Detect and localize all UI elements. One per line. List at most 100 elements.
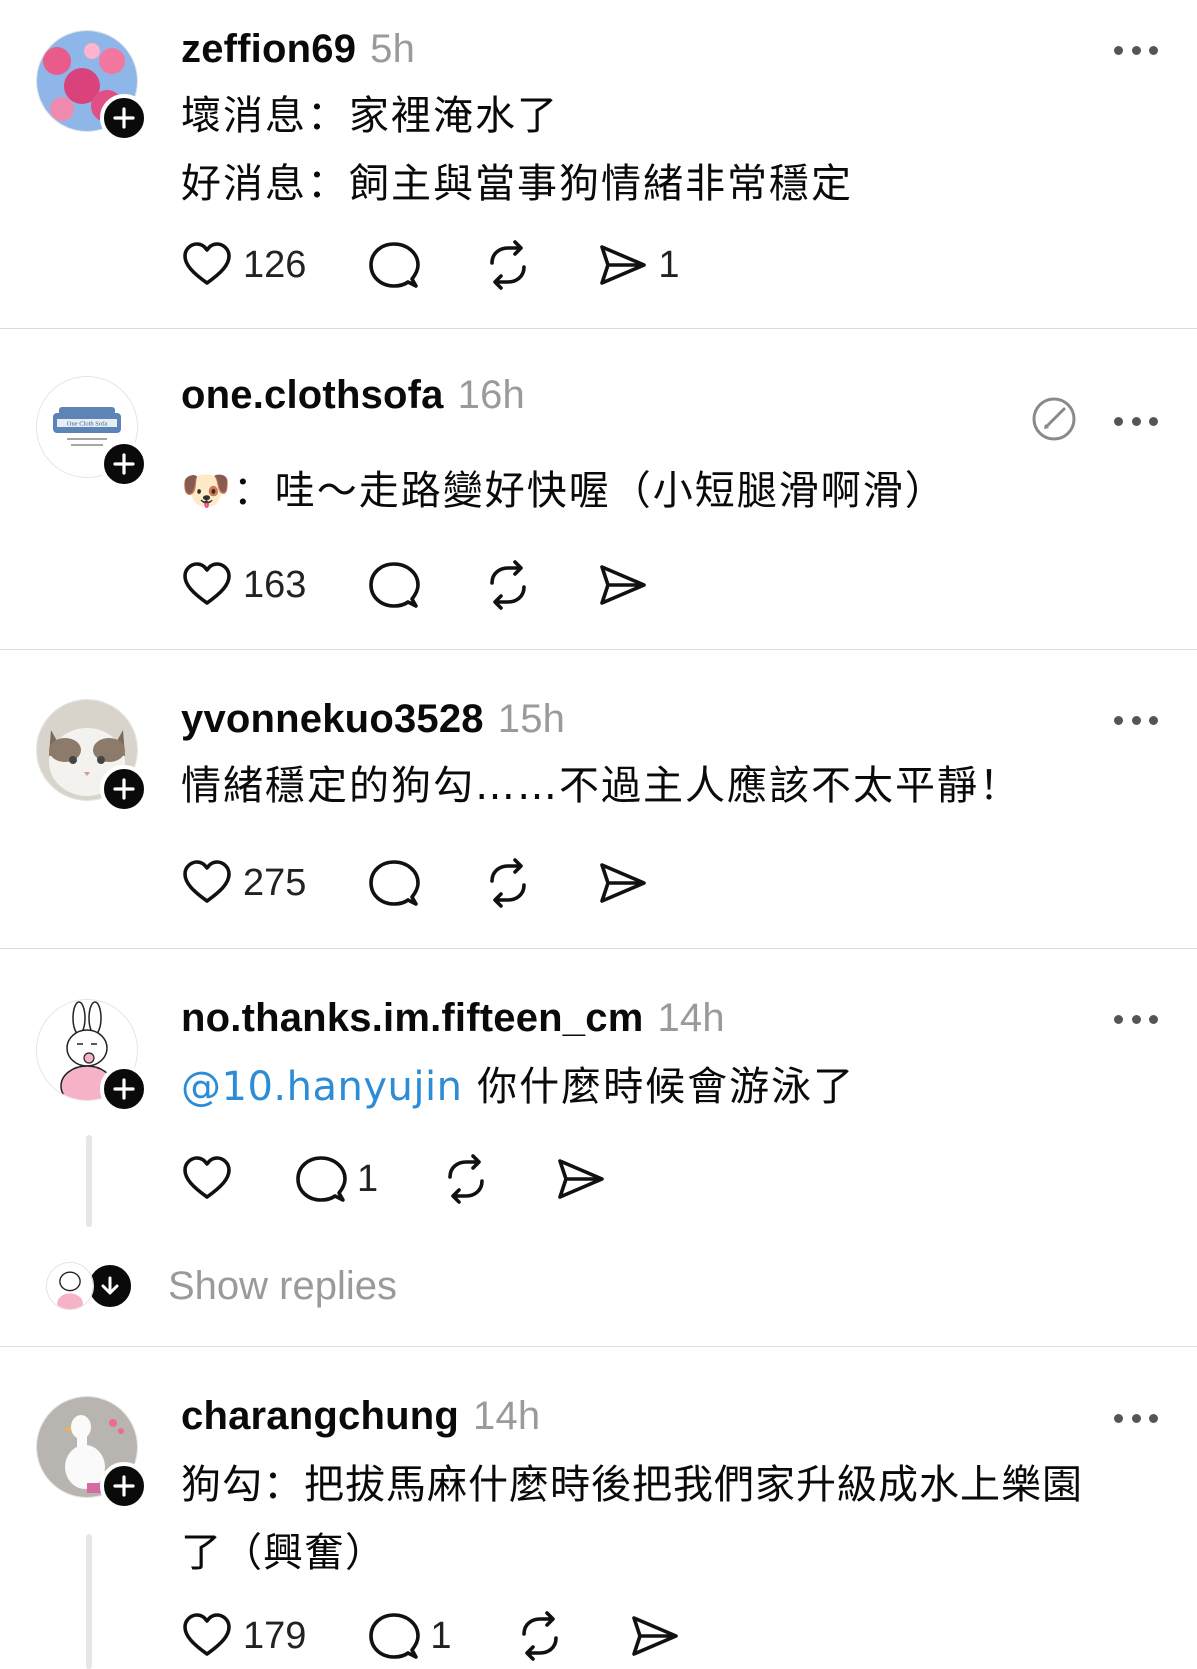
thread-line	[86, 1534, 92, 1669]
more-options-button[interactable]	[1114, 714, 1158, 726]
share-button[interactable]	[554, 1153, 606, 1205]
reply-count: 1	[357, 1157, 379, 1200]
share-button[interactable]	[628, 1610, 680, 1662]
send-icon	[600, 565, 647, 605]
like-button[interactable]: 126	[181, 239, 306, 291]
post-actions: 275	[181, 853, 710, 913]
post-line: 好消息：飼主與當事狗情緒非常穩定	[181, 161, 853, 207]
post-time: 14h	[657, 996, 725, 1040]
repost-button[interactable]	[482, 857, 534, 909]
username[interactable]: one.clothsofa 16h	[181, 373, 525, 418]
heart-icon	[183, 1156, 231, 1199]
divider	[0, 649, 1197, 650]
reply-count: 1	[430, 1614, 452, 1657]
post-actions: 179 1	[181, 1606, 742, 1666]
repost-icon	[490, 240, 527, 290]
reply-avatar	[46, 1262, 94, 1310]
follow-button[interactable]	[100, 94, 148, 142]
plus-icon	[113, 453, 135, 475]
repost-icon	[521, 1611, 558, 1661]
username[interactable]: zeffion69 5h	[181, 27, 415, 72]
like-button[interactable]: 179	[181, 1610, 306, 1662]
post-line: 你什麼時候會游泳了	[477, 1064, 856, 1110]
edit-icon[interactable]	[1030, 395, 1078, 443]
post-line: 了（興奮）	[181, 1530, 386, 1576]
show-replies-label[interactable]: Show replies	[168, 1264, 397, 1309]
like-count: 275	[243, 861, 307, 904]
like-button[interactable]: 163	[181, 559, 306, 611]
comment-icon	[296, 1156, 347, 1202]
post-line: 情緒穩定的狗勾……不過主人應該不太平靜！	[181, 763, 1021, 809]
heart-icon	[183, 860, 231, 903]
like-count: 179	[243, 1614, 307, 1657]
show-replies-button[interactable]: Show replies	[46, 1262, 397, 1310]
repost-button[interactable]	[514, 1610, 566, 1662]
share-count: 1	[658, 243, 680, 286]
repost-icon	[490, 858, 527, 908]
divider	[0, 1346, 1197, 1347]
post-actions: 126 1	[181, 235, 742, 295]
repost-button[interactable]	[440, 1153, 492, 1205]
reply-button[interactable]	[368, 239, 421, 291]
more-options-button[interactable]	[1114, 1412, 1158, 1424]
send-icon	[600, 245, 647, 285]
heart-icon	[183, 562, 231, 605]
heart-icon	[183, 242, 231, 285]
share-button[interactable]	[596, 857, 648, 909]
post-actions: 163	[181, 555, 710, 615]
mention-link[interactable]: @10.hanyujin	[181, 1064, 462, 1110]
more-options-button[interactable]	[1114, 44, 1158, 56]
reply-button[interactable]	[368, 857, 421, 909]
send-icon	[600, 863, 647, 903]
share-button[interactable]	[596, 559, 648, 611]
post-text: @10.hanyujin 你什麼時候會游泳了	[181, 1053, 1167, 1121]
post-line: 壞消息：家裡淹水了	[181, 93, 559, 139]
avatar-logo-text: One Cloth Sofa	[67, 421, 108, 428]
send-icon	[631, 1616, 678, 1656]
comment-icon	[369, 860, 421, 906]
heart-icon	[183, 1613, 231, 1656]
plus-icon	[113, 107, 135, 129]
pink-bunny-mini-icon	[47, 1263, 93, 1309]
comment-icon	[369, 242, 421, 288]
post-time: 16h	[457, 373, 525, 417]
plus-icon	[113, 778, 135, 800]
post-text: 狗勾：把拔馬麻什麼時後把我們家升級成水上樂園 了（興奮）	[181, 1451, 1167, 1587]
like-count: 163	[243, 563, 307, 606]
reply-button[interactable]: 1	[368, 1610, 452, 1662]
username[interactable]: yvonnekuo3528 15h	[181, 697, 565, 742]
plus-icon	[113, 1078, 135, 1100]
follow-button[interactable]	[100, 1065, 148, 1113]
repost-icon	[448, 1154, 484, 1204]
share-button[interactable]: 1	[596, 239, 680, 291]
more-options-button[interactable]	[1114, 1013, 1158, 1025]
username[interactable]: no.thanks.im.fifteen_cm 14h	[181, 996, 725, 1041]
post-text: 情緒穩定的狗勾……不過主人應該不太平靜！	[181, 752, 1167, 820]
plus-icon	[113, 1475, 135, 1497]
post-text: 🐶：哇～走路變好快喔（小短腿滑啊滑）	[181, 457, 1167, 525]
like-count: 126	[243, 243, 307, 286]
comment-icon	[369, 1613, 421, 1659]
post-line: 狗勾：把拔馬麻什麼時後把我們家升級成水上樂園	[181, 1462, 1083, 1508]
repost-button[interactable]	[482, 239, 534, 291]
post-line: ：哇～走路變好快喔（小短腿滑啊滑）	[232, 468, 947, 514]
reply-button[interactable]	[368, 559, 421, 611]
send-icon	[558, 1159, 604, 1199]
follow-button[interactable]	[100, 765, 148, 813]
divider	[0, 948, 1197, 949]
username[interactable]: charangchung 14h	[181, 1394, 540, 1439]
like-button[interactable]: 275	[181, 857, 306, 909]
post-time: 5h	[370, 27, 416, 71]
post-actions: 1	[181, 1149, 668, 1209]
more-options-button[interactable]	[1114, 415, 1158, 427]
follow-button[interactable]	[100, 1462, 148, 1510]
post-time: 14h	[473, 1394, 541, 1438]
post-text: 壞消息：家裡淹水了 好消息：飼主與當事狗情緒非常穩定	[181, 82, 1167, 218]
like-button[interactable]	[181, 1153, 233, 1205]
repost-button[interactable]	[482, 559, 534, 611]
thread-line	[86, 1135, 92, 1227]
repost-icon	[490, 560, 527, 610]
follow-button[interactable]	[100, 440, 148, 488]
comment-icon	[369, 562, 421, 608]
reply-button[interactable]: 1	[295, 1153, 378, 1205]
